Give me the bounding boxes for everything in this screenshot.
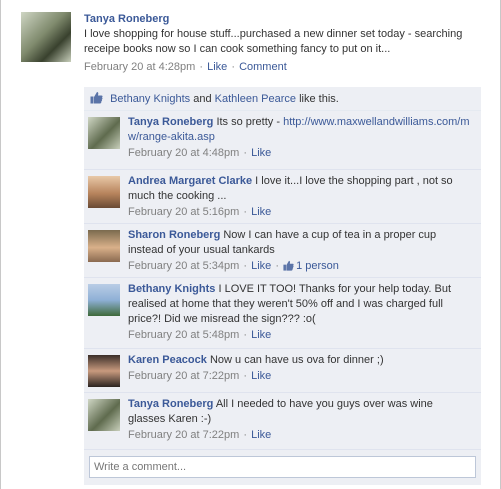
comment-text: Now u can have us ova for dinner ;) — [209, 354, 384, 366]
comment-timestamp[interactable]: February 20 at 7:22pm — [128, 370, 239, 382]
story-frame: Tanya Roneberg I love shopping for house… — [0, 0, 501, 489]
comment-meta: February 20 at 5:34pm · Like · 1 person — [128, 259, 473, 274]
comment-author[interactable]: Karen Peacock — [128, 354, 207, 366]
comment-author[interactable]: Sharon Roneberg — [128, 229, 220, 241]
comment-avatar[interactable] — [88, 355, 120, 387]
feedback-section: Bethany Knights and Kathleen Pearce like… — [84, 87, 481, 485]
comment-like-link[interactable]: Like — [251, 147, 271, 159]
separator: · — [243, 429, 248, 441]
write-comment-input[interactable]: Write a comment... — [89, 456, 476, 478]
comment-avatar[interactable] — [88, 117, 120, 149]
comment-meta: February 20 at 7:22pm · Like — [128, 369, 473, 384]
comment-body: Karen Peacock Now u can have us ova for … — [128, 353, 473, 384]
thumbs-up-icon — [283, 260, 294, 271]
comment-timestamp[interactable]: February 20 at 5:34pm — [128, 260, 239, 272]
post-timestamp[interactable]: February 20 at 4:28pm — [84, 61, 195, 73]
comment-meta: February 20 at 7:22pm · Like — [128, 428, 473, 443]
separator: · — [243, 206, 248, 218]
post-like-link[interactable]: Like — [207, 61, 227, 73]
comment-meta: February 20 at 4:48pm · Like — [128, 146, 473, 161]
comment-like-link[interactable]: Like — [251, 329, 271, 341]
comment-item: Karen Peacock Now u can have us ova for … — [84, 349, 481, 393]
comment-body: Tanya Roneberg Its so pretty - http://ww… — [128, 115, 473, 161]
separator: · — [199, 61, 204, 73]
comment-avatar[interactable] — [88, 230, 120, 262]
comment-author[interactable]: Tanya Roneberg — [128, 398, 213, 410]
comment-item: Sharon Roneberg Now I can have a cup of … — [84, 224, 481, 278]
comment-body: Sharon Roneberg Now I can have a cup of … — [128, 228, 473, 274]
comment-item: Bethany Knights I LOVE IT TOO! Thanks fo… — [84, 278, 481, 349]
separator: · — [243, 260, 248, 272]
liker-name-1[interactable]: Bethany Knights — [110, 93, 190, 105]
write-comment-area: Write a comment... — [84, 450, 481, 485]
comment-timestamp[interactable]: February 20 at 5:48pm — [128, 329, 239, 341]
comment-item: Tanya Roneberg All I needed to have you … — [84, 393, 481, 450]
comment-author[interactable]: Andrea Margaret Clarke — [128, 175, 252, 187]
separator: · — [275, 260, 280, 272]
comment-like-link[interactable]: Like — [251, 260, 271, 272]
separator: · — [243, 370, 248, 382]
comment-like-link[interactable]: Like — [251, 370, 271, 382]
post-meta: February 20 at 4:28pm · Like · Comment — [84, 60, 484, 75]
separator: · — [243, 147, 248, 159]
comment-avatar[interactable] — [88, 399, 120, 431]
post-body: Tanya Roneberg I love shopping for house… — [84, 12, 484, 75]
comment-author[interactable]: Tanya Roneberg — [128, 116, 213, 128]
post-author-avatar[interactable] — [21, 12, 71, 62]
comment-timestamp[interactable]: February 20 at 5:16pm — [128, 206, 239, 218]
comment-item: Tanya Roneberg Its so pretty - http://ww… — [84, 111, 481, 170]
comment-timestamp[interactable]: February 20 at 4:48pm — [128, 147, 239, 159]
comment-like-link[interactable]: Like — [251, 206, 271, 218]
comment-body: Bethany Knights I LOVE IT TOO! Thanks fo… — [128, 282, 473, 343]
thumbs-up-icon — [90, 92, 103, 104]
comment-timestamp[interactable]: February 20 at 7:22pm — [128, 429, 239, 441]
comment-like-link[interactable]: Like — [251, 429, 271, 441]
comment-text: Its so pretty - — [216, 116, 284, 128]
comment-item: Andrea Margaret Clarke I love it...I lov… — [84, 170, 481, 224]
comment-body: Andrea Margaret Clarke I love it...I lov… — [128, 174, 473, 220]
post-comment-link[interactable]: Comment — [239, 61, 287, 73]
comment-avatar[interactable] — [88, 284, 120, 316]
separator: · — [231, 61, 236, 73]
post-author-name[interactable]: Tanya Roneberg — [84, 13, 169, 25]
likes-suffix: like this. — [299, 93, 339, 105]
comment-author[interactable]: Bethany Knights — [128, 283, 215, 295]
comment-meta: February 20 at 5:16pm · Like — [128, 205, 473, 220]
comment-avatar[interactable] — [88, 176, 120, 208]
comment-meta: February 20 at 5:48pm · Like — [128, 328, 473, 343]
comment-body: Tanya Roneberg All I needed to have you … — [128, 397, 473, 443]
liker-name-2[interactable]: Kathleen Pearce — [215, 93, 296, 105]
frame-border-left — [0, 0, 1, 489]
likes-and: and — [193, 93, 212, 105]
separator: · — [243, 329, 248, 341]
likes-sentence: Bethany Knights and Kathleen Pearce like… — [84, 87, 481, 111]
post-message: I love shopping for house stuff...purcha… — [84, 28, 463, 55]
comment-like-count[interactable]: 1 person — [296, 260, 339, 272]
